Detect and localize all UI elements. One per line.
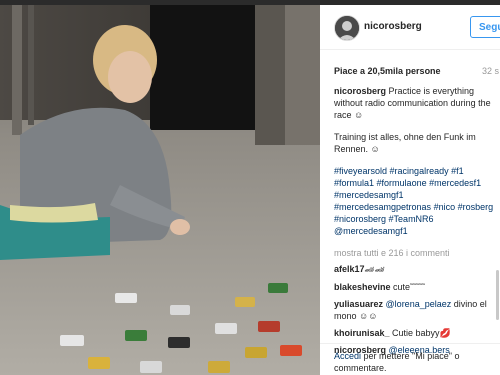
smile-emoji: ☺ xyxy=(370,144,380,154)
hashtag-link[interactable]: #formula1 xyxy=(334,178,374,188)
mention-link[interactable]: @lorena_pelaez xyxy=(386,299,452,309)
comment: afelk17 🏎🏎 xyxy=(334,263,500,276)
show-all-comments-link[interactable]: mostra tutti e 216 i commenti xyxy=(334,247,500,259)
follow-button[interactable]: Segu xyxy=(470,16,500,38)
mention-link[interactable]: @mercedesamgf1 xyxy=(334,226,408,236)
hashtag-link[interactable]: #mercedesamgf1 xyxy=(334,190,404,200)
photo-illustration xyxy=(0,5,320,375)
post-time: 32 s xyxy=(482,66,500,76)
login-link[interactable]: Accedi xyxy=(334,351,361,361)
comment-username[interactable]: yuliasuarez xyxy=(334,299,383,309)
hashtag-link[interactable]: #fiveyearsold xyxy=(334,166,387,176)
post-photo[interactable] xyxy=(0,5,320,375)
caption-german-text: Training ist alles, ohne den Funk im Ren… xyxy=(334,132,476,154)
avatar-image xyxy=(335,16,359,40)
hashtag-link[interactable]: #rosberg xyxy=(458,202,494,212)
post-header: nicorosberg Segu xyxy=(320,5,500,50)
comment-username[interactable]: afelk17 xyxy=(334,264,365,274)
hashtag-link[interactable]: #racingalready xyxy=(390,166,449,176)
hashtag-link[interactable]: #f1 xyxy=(451,166,464,176)
post-details-panel: nicorosberg Segu Piace a 20,5mila person… xyxy=(320,5,500,375)
hashtag-link[interactable]: #mercedesf1 xyxy=(429,178,481,188)
comment: khoirunisak_ Cutie babyy💋 xyxy=(334,327,500,339)
likes-count[interactable]: Piace a 20,5mila persone xyxy=(334,66,441,76)
avatar[interactable] xyxy=(334,15,360,41)
hashtags: #fiveyearsold #racingalready #f1 #formul… xyxy=(334,165,500,237)
hashtag-link[interactable]: #TeamNR6 xyxy=(389,214,434,224)
comment-text: cute˜˜˜˜˜ xyxy=(390,282,426,292)
comments-section: nicorosberg Practice is everything witho… xyxy=(334,85,500,361)
comment: yuliasuarez @lorena_pelaez divino el mon… xyxy=(334,298,500,322)
comment-username[interactable]: khoirunisak_ xyxy=(334,328,390,338)
comment: blakeshevine cute˜˜˜˜˜ xyxy=(334,281,500,293)
username-link[interactable]: nicorosberg xyxy=(364,21,422,32)
hashtag-link[interactable]: #mercedesamgpetronas xyxy=(334,202,431,212)
caption-german: Training ist alles, ohne den Funk im Ren… xyxy=(334,131,500,155)
caption-username[interactable]: nicorosberg xyxy=(334,86,386,96)
caption: nicorosberg Practice is everything witho… xyxy=(334,85,500,121)
scrollbar[interactable] xyxy=(496,270,499,320)
car-emoji: 🏎🏎 xyxy=(364,265,385,274)
smile-emoji: ☺ xyxy=(354,110,364,120)
hashtag-link[interactable]: #formulaone xyxy=(377,178,427,188)
hashtag-link[interactable]: #nico xyxy=(434,202,456,212)
login-footer: Accedi per mettere "Mi piace" o commenta… xyxy=(320,343,500,375)
login-prompt: Accedi per mettere "Mi piace" o commenta… xyxy=(334,350,494,374)
hashtag-link[interactable]: #nicorosberg xyxy=(334,214,386,224)
comment-text: Cutie babyy💋 xyxy=(389,328,451,338)
comment-username[interactable]: blakeshevine xyxy=(334,282,391,292)
